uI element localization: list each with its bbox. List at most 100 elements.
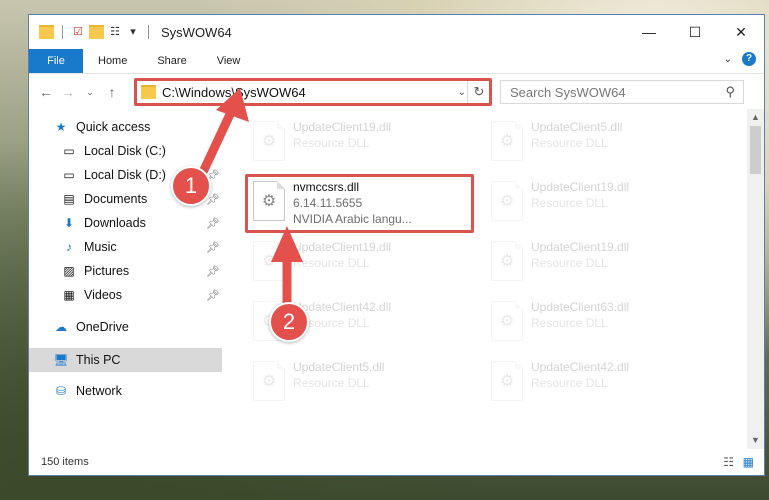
sidebar-item-network[interactable]: ⛁ Network xyxy=(53,380,122,402)
dll-file-icon: ⚙ xyxy=(253,121,285,161)
cloud-icon: ☁ xyxy=(55,320,67,334)
toolbar-divider xyxy=(148,25,149,39)
sidebar-item-downloads[interactable]: ⬇ Downloads 📌︎ xyxy=(61,212,220,234)
file-name: UpdateClient5.dll xyxy=(531,120,623,134)
maximize-button[interactable]: ☐ xyxy=(672,15,718,49)
list-item[interactable]: ⚙ UpdateClient5.dll Resource DLL xyxy=(487,115,712,173)
list-item[interactable]: ⚙ UpdateClient5.dll Resource DLL xyxy=(249,355,474,413)
download-icon: ⬇ xyxy=(63,216,75,230)
pin-icon[interactable]: 📌︎ xyxy=(206,289,220,302)
file-highlight-box xyxy=(245,174,474,233)
step-1-badge: 1 xyxy=(171,166,211,206)
music-icon: ♪ xyxy=(66,240,72,254)
dll-file-icon: ⚙ xyxy=(491,241,523,281)
drive-icon: ▭ xyxy=(63,144,75,158)
tab-file[interactable]: File xyxy=(29,49,83,73)
details-view-icon[interactable]: ☷ xyxy=(723,455,734,469)
sidebar-item-label: Local Disk (C:) xyxy=(84,144,166,158)
file-name: UpdateClient63.dll xyxy=(531,300,630,314)
file-type: Resource DLL xyxy=(293,376,370,390)
pin-icon[interactable]: 📌︎ xyxy=(206,265,220,278)
expand-ribbon-icon[interactable]: ⌄ xyxy=(724,54,732,65)
sidebar-item-label: Pictures xyxy=(84,264,130,278)
file-explorer-window: ☑ ☷ ▾ SysWOW64 — ☐ ✕ File Home Share Vie… xyxy=(28,14,765,476)
list-item[interactable]: ⚙ UpdateClient19.dll Resource DLL xyxy=(487,235,712,293)
file-name: UpdateClient19.dll xyxy=(531,240,630,254)
quick-access-toolbar: ☑ ☷ ▾ xyxy=(39,25,153,39)
list-item[interactable]: ⚙ UpdateClient19.dll Resource DLL xyxy=(249,235,474,293)
list-item[interactable]: ⚙ UpdateClient63.dll Resource DLL xyxy=(487,295,712,353)
sidebar-item-this-pc[interactable]: 🖥︎ This PC xyxy=(53,349,120,371)
network-icon: ⛁ xyxy=(55,384,67,398)
window-title: SysWOW64 xyxy=(161,24,232,40)
close-button[interactable]: ✕ xyxy=(718,15,764,49)
file-name: UpdateClient19.dll xyxy=(293,240,392,254)
list-item[interactable]: ⚙ UpdateClient19.dll Resource DLL xyxy=(487,175,712,233)
title-bar: ☑ ☷ ▾ SysWOW64 — ☐ ✕ xyxy=(29,15,764,49)
sidebar-item-label: OneDrive xyxy=(76,320,129,334)
search-input[interactable]: Search SysWOW64 xyxy=(510,85,626,100)
sidebar-item-local-disk-c[interactable]: ▭ Local Disk (C:) 📌︎ xyxy=(61,140,220,162)
documents-icon: ▤ xyxy=(63,192,75,206)
scroll-up-icon[interactable]: ▲ xyxy=(747,109,764,126)
drive-icon: ▭ xyxy=(63,168,75,182)
pictures-icon: ▨ xyxy=(63,264,75,278)
tab-share[interactable]: Share xyxy=(142,55,201,67)
toolbar-divider xyxy=(62,25,63,39)
videos-icon: ▦ xyxy=(63,288,75,302)
dll-file-icon: ⚙ xyxy=(491,301,523,341)
sidebar-item-label: Music xyxy=(84,240,117,254)
customize-icon[interactable]: ☷ xyxy=(108,25,122,39)
sidebar-item-music[interactable]: ♪ Music 📌︎ xyxy=(61,236,220,258)
scrollbar-thumb[interactable] xyxy=(750,126,761,174)
list-item[interactable]: ⚙ UpdateClient42.dll Resource DLL xyxy=(487,355,712,413)
tab-view[interactable]: View xyxy=(202,55,256,67)
pin-icon[interactable]: 📌︎ xyxy=(206,241,220,254)
item-count: 150 items xyxy=(41,456,89,468)
ribbon-right-controls: ⌄ ? xyxy=(724,52,756,66)
file-type: Resource DLL xyxy=(531,316,608,330)
vertical-scrollbar[interactable]: ▲ ▼ xyxy=(747,109,764,449)
star-icon: ★ xyxy=(55,120,67,134)
dll-file-icon: ⚙ xyxy=(253,241,285,281)
sidebar-item-videos[interactable]: ▦ Videos 📌︎ xyxy=(61,284,220,306)
file-type: Resource DLL xyxy=(531,136,608,150)
back-arrow-icon[interactable]: ← xyxy=(35,84,57,100)
search-box[interactable]: Search SysWOW64 ⚲ xyxy=(500,80,744,104)
sidebar-item-pictures[interactable]: ▨ Pictures 📌︎ xyxy=(61,260,220,282)
pin-icon[interactable]: 📌︎ xyxy=(206,145,220,158)
sidebar-item-label: Network xyxy=(76,384,122,398)
scroll-down-icon[interactable]: ▼ xyxy=(747,432,764,449)
sidebar-item-quick-access[interactable]: ★ Quick access xyxy=(53,116,151,138)
file-name: UpdateClient19.dll xyxy=(531,180,630,194)
file-name: UpdateClient5.dll xyxy=(293,360,385,374)
minimize-button[interactable]: — xyxy=(626,15,672,49)
sidebar-item-onedrive[interactable]: ☁ OneDrive xyxy=(53,316,129,338)
file-name: UpdateClient19.dll xyxy=(293,120,392,134)
search-icon[interactable]: ⚲ xyxy=(725,84,735,100)
up-arrow-icon[interactable]: ↑ xyxy=(101,84,123,100)
dll-file-icon: ⚙ xyxy=(253,361,285,401)
list-item[interactable]: ⚙ UpdateClient19.dll Resource DLL xyxy=(249,115,474,173)
ribbon-tabs: File Home Share View ⌄ ? xyxy=(29,49,764,74)
recent-locations-icon[interactable]: ⌄ xyxy=(79,87,101,98)
file-type: Resource DLL xyxy=(293,136,370,150)
help-icon[interactable]: ? xyxy=(742,52,756,66)
navigation-bar: ← → ⌄ ↑ C:\Windows\SysWOW64 ⌄ ↻ Search S… xyxy=(29,74,764,110)
sidebar-item-label: Videos xyxy=(84,288,122,302)
tab-home[interactable]: Home xyxy=(83,55,142,67)
new-folder-icon[interactable] xyxy=(89,25,104,39)
dll-file-icon: ⚙ xyxy=(491,121,523,161)
forward-arrow-icon[interactable]: → xyxy=(57,84,79,100)
dll-file-icon: ⚙ xyxy=(491,361,523,401)
file-type: Resource DLL xyxy=(531,196,608,210)
sidebar-item-label: Quick access xyxy=(76,120,151,134)
sidebar-item-label: Documents xyxy=(84,192,148,206)
content-area: ★ Quick access ▭ Local Disk (C:) 📌︎ ▭ Lo… xyxy=(29,109,764,449)
dropdown-icon[interactable]: ▾ xyxy=(126,25,140,39)
window-controls: — ☐ ✕ xyxy=(626,15,764,49)
pin-icon[interactable]: 📌︎ xyxy=(206,217,220,230)
file-name: UpdateClient42.dll xyxy=(531,360,630,374)
tiles-view-icon[interactable]: ▦ xyxy=(743,455,754,469)
properties-icon[interactable]: ☑ xyxy=(71,25,85,39)
